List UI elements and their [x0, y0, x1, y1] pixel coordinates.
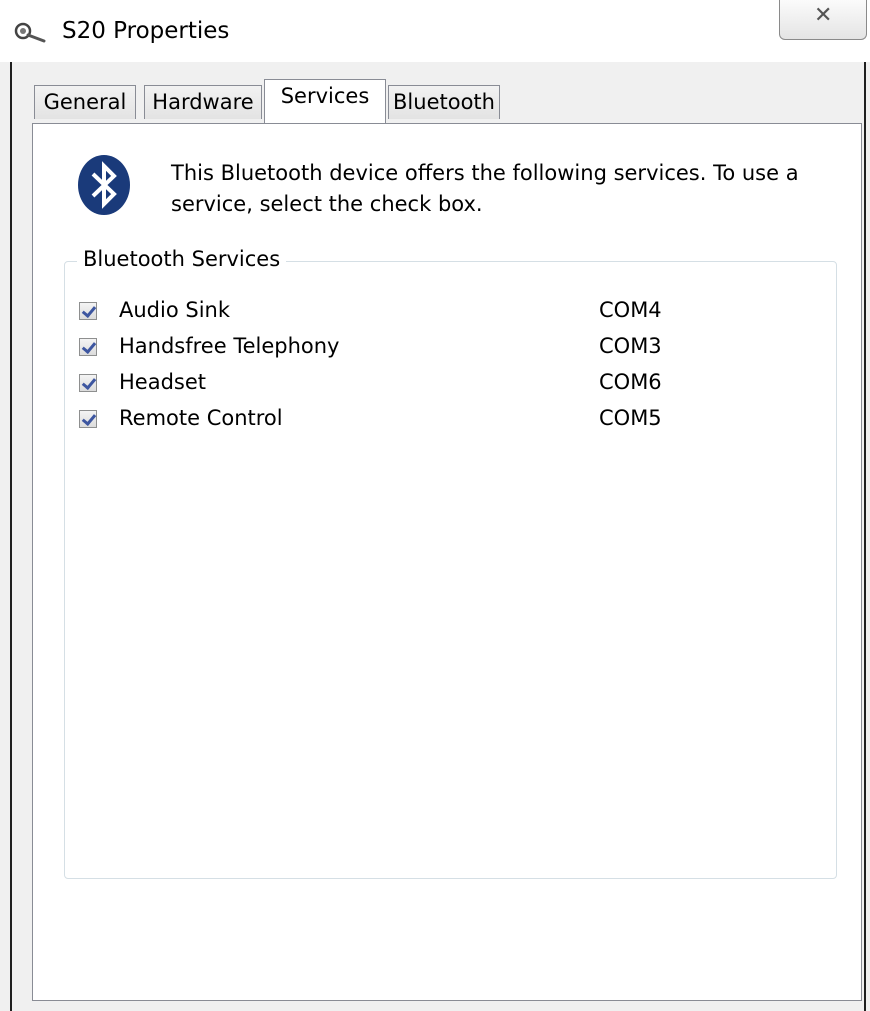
- service-port: COM4: [599, 298, 662, 322]
- window-title: S20 Properties: [62, 18, 230, 44]
- service-row[interactable]: Audio Sink COM4: [79, 298, 819, 328]
- service-name: Audio Sink: [119, 298, 230, 322]
- service-checkbox[interactable]: [79, 302, 97, 320]
- service-row[interactable]: Headset COM6: [79, 370, 819, 400]
- service-name: Headset: [119, 370, 207, 394]
- tab-general[interactable]: General: [34, 85, 136, 119]
- tab-hardware[interactable]: Hardware: [144, 85, 262, 119]
- headset-device-icon: [14, 22, 46, 43]
- services-description: This Bluetooth device offers the followi…: [171, 161, 799, 216]
- services-tab-panel: This Bluetooth device offers the followi…: [32, 123, 862, 1001]
- window-frame-left: [10, 62, 12, 1011]
- service-name: Remote Control: [119, 406, 283, 430]
- close-icon: ✕: [814, 2, 833, 27]
- properties-window: S20 Properties ✕ General Hardware Servic…: [0, 0, 870, 1011]
- service-port: COM3: [599, 334, 662, 358]
- tab-bluetooth[interactable]: Bluetooth: [388, 85, 500, 119]
- service-name: Handsfree Telephony: [119, 334, 340, 358]
- service-checkbox[interactable]: [79, 338, 97, 356]
- service-port: COM6: [599, 370, 662, 394]
- bluetooth-services-group: Bluetooth Services Audio Sink COM4 Hands…: [64, 247, 837, 879]
- group-label: Bluetooth Services: [77, 247, 287, 271]
- service-checkbox[interactable]: [79, 410, 97, 428]
- service-port: COM5: [599, 406, 662, 430]
- tab-services[interactable]: Services: [264, 79, 386, 123]
- bluetooth-icon: [78, 155, 130, 215]
- service-row[interactable]: Handsfree Telephony COM3: [79, 334, 819, 364]
- title-bar[interactable]: S20 Properties ✕: [0, 0, 870, 62]
- window-frame-right: [864, 62, 866, 1011]
- close-button[interactable]: ✕: [779, 0, 867, 40]
- service-row[interactable]: Remote Control COM5: [79, 406, 819, 436]
- service-checkbox[interactable]: [79, 374, 97, 392]
